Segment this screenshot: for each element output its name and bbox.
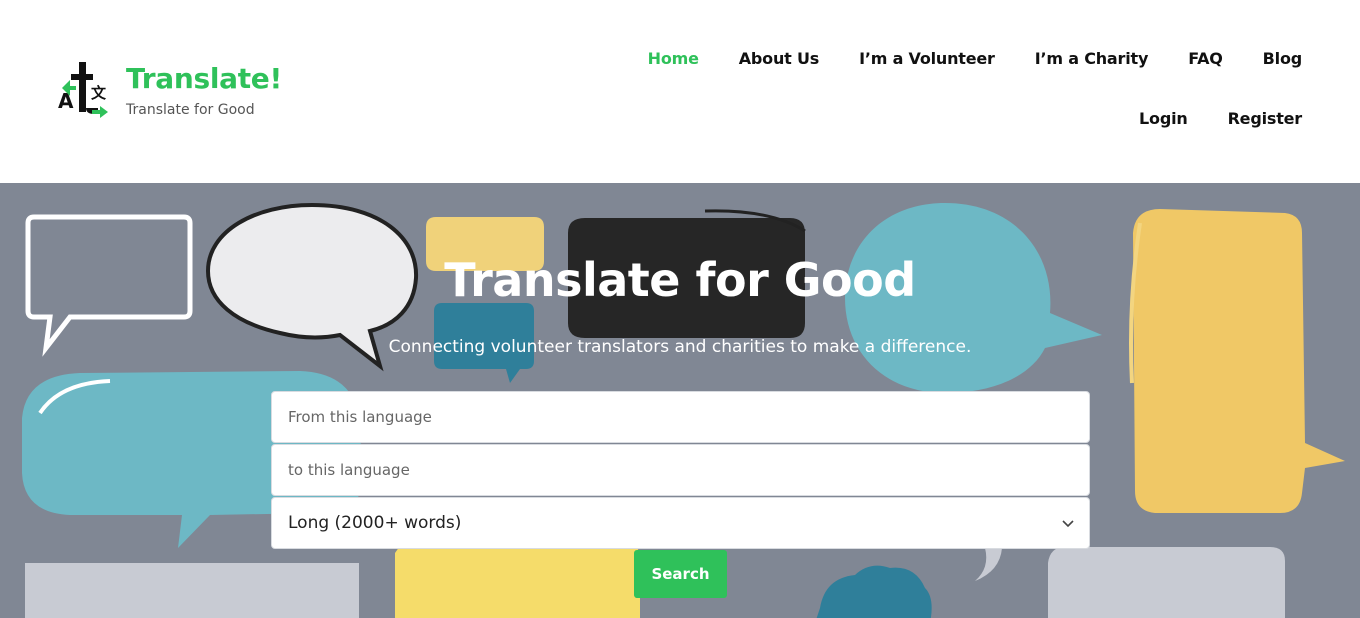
chevron-down-icon [1062, 520, 1074, 528]
brand-title: Translate! [126, 62, 282, 95]
length-select-value: Long (2000+ words) [288, 513, 462, 533]
nav-register[interactable]: Register [1228, 104, 1303, 134]
hero-section: Translate for Good Connecting volunteer … [0, 183, 1360, 618]
hero-subtitle: Connecting volunteer translators and cha… [388, 337, 972, 357]
nav-volunteer[interactable]: I’m a Volunteer [859, 44, 995, 74]
nav-about-us[interactable]: About Us [739, 44, 820, 74]
nav-blog[interactable]: Blog [1263, 44, 1303, 74]
to-language-input[interactable] [288, 445, 1089, 495]
site-header: A 文 Translate! Translate for Good Home A… [0, 0, 1360, 183]
length-select[interactable]: Long (2000+ words) [271, 497, 1090, 549]
brand-tagline: Translate for Good [126, 102, 255, 118]
svg-text:文: 文 [91, 84, 107, 102]
nav-faq[interactable]: FAQ [1188, 44, 1223, 74]
hero-title: Translate for Good [444, 253, 916, 307]
main-nav: Home About Us I’m a Volunteer I’m a Char… [542, 44, 1303, 134]
brand[interactable]: A 文 Translate! Translate for Good [58, 60, 282, 120]
translate-logo-icon: A 文 [58, 62, 108, 118]
language-search-form: Long (2000+ words) [271, 391, 1090, 550]
search-button[interactable]: Search [634, 550, 727, 598]
nav-home[interactable]: Home [648, 44, 699, 74]
to-language-field[interactable] [271, 444, 1090, 496]
from-language-field[interactable] [271, 391, 1090, 443]
nav-charity[interactable]: I’m a Charity [1035, 44, 1149, 74]
from-language-input[interactable] [288, 392, 1089, 442]
nav-login[interactable]: Login [1139, 104, 1188, 134]
svg-text:A: A [58, 89, 74, 113]
